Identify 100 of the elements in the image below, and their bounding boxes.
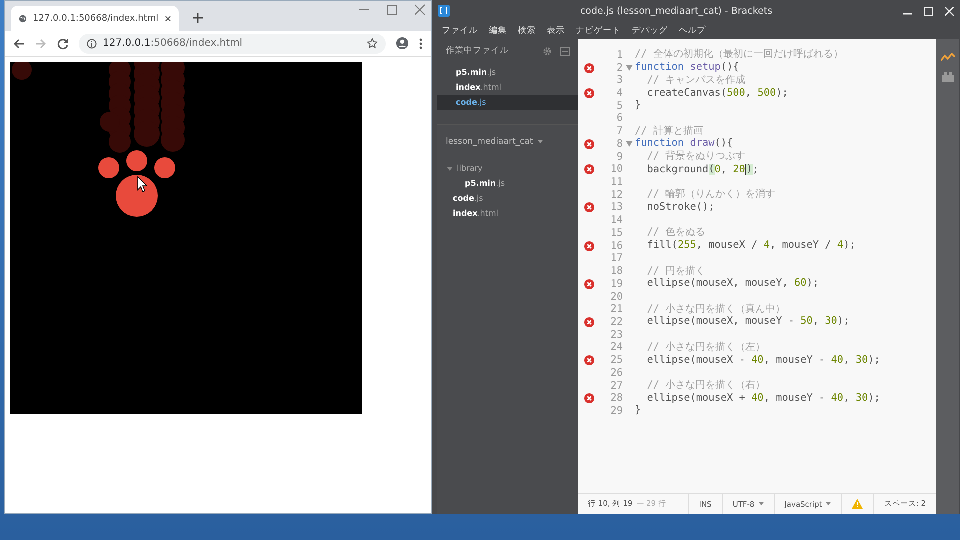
window-title: code.js (lesson_mediaart_cat) - Brackets [579, 6, 774, 16]
error-icon[interactable] [584, 316, 594, 328]
plus-icon[interactable] [193, 13, 203, 23]
menu-item[interactable]: ナビゲート [576, 24, 621, 36]
code-line: // 小さな円を描く（右） [646, 380, 766, 392]
error-icon[interactable] [584, 240, 594, 252]
line-number: 23 [610, 330, 623, 341]
code-line: // 全体の初期化（最初に一回だけ呼ばれる） [635, 49, 844, 62]
line-number: 21 [610, 304, 623, 316]
info-icon [87, 38, 97, 48]
line-number: 8 [616, 138, 623, 150]
code-line: ellipse(mouseX, mouseY, 60); [646, 278, 820, 290]
menu-icon[interactable] [419, 38, 423, 50]
line-number: 16 [610, 240, 623, 252]
line-number: 14 [610, 215, 623, 226]
line-number: 2 [616, 62, 623, 74]
line-number: 11 [610, 177, 623, 188]
line-number: 17 [610, 253, 623, 264]
line-number: 12 [610, 190, 623, 201]
file-item[interactable]: index.html [437, 80, 578, 95]
error-icon[interactable] [584, 164, 594, 176]
line-number: 19 [610, 278, 623, 290]
account-icon[interactable] [396, 37, 409, 50]
line-number: 22 [610, 316, 623, 328]
line-number: 26 [610, 368, 623, 379]
code-line: function draw(){ [635, 138, 734, 150]
error-icon[interactable] [584, 278, 594, 290]
caret-icon[interactable] [758, 502, 764, 506]
code-line: // 円を描く [646, 266, 706, 278]
line-number: 6 [616, 113, 623, 124]
fold-arrow-icon[interactable] [626, 141, 632, 148]
code-line: // キャンバスを作成 [646, 74, 746, 87]
menu-item[interactable]: ファイル [442, 24, 478, 36]
code-line: // 輪郭（りんかく）を消す [646, 189, 776, 202]
line-number: 4 [616, 88, 623, 100]
caret-icon[interactable] [538, 140, 544, 144]
settings-icon[interactable] [543, 46, 552, 56]
file-item[interactable]: code.js [437, 95, 578, 110]
code-line: // 小さな円を描く（真ん中） [646, 304, 786, 316]
close-icon[interactable] [415, 3, 425, 17]
code-line: // 計算と描画 [635, 126, 704, 138]
file-item[interactable]: index.html [453, 209, 499, 218]
error-icon[interactable] [584, 88, 594, 100]
code-line: ellipse(mouseX, mouseY - 50, 30); [646, 316, 850, 328]
code-line: // 色をぬる [646, 227, 706, 240]
line-number: 25 [610, 355, 623, 366]
code-line: ellipse(mouseX + 40, mouseY - 40, 30); [646, 392, 880, 405]
error-icon[interactable] [584, 355, 594, 366]
globe-icon [19, 14, 27, 24]
line-number: 9 [616, 152, 623, 163]
file-item[interactable]: code.js [453, 194, 484, 203]
line-number: 28 [610, 393, 623, 404]
error-icon[interactable] [584, 138, 594, 150]
back-arrow-icon[interactable] [13, 38, 25, 50]
menu-item[interactable]: 検索 [518, 24, 536, 36]
line-number: 13 [610, 202, 623, 214]
folder-item[interactable]: library [457, 164, 483, 173]
code-line: function setup(){ [635, 62, 740, 74]
error-icon[interactable] [584, 62, 594, 74]
code-line: } [635, 100, 642, 112]
fold-arrow-icon[interactable] [626, 65, 632, 72]
line-number: 29 [610, 406, 623, 417]
code-line: // 背景をぬりつぶす [646, 151, 746, 164]
project-title[interactable]: lesson_mediaart_cat [446, 137, 534, 147]
line-number: 5 [616, 100, 623, 112]
file-item[interactable]: p5.min.js [437, 65, 578, 80]
code-line: createCanvas(500, 500); [646, 88, 788, 100]
menu-item[interactable]: 編集 [489, 24, 507, 36]
menu-item[interactable]: 表示 [547, 24, 565, 36]
working-files-title: 作業中ファイル [446, 45, 510, 57]
star-icon[interactable] [367, 38, 378, 49]
line-number: 18 [610, 266, 623, 278]
caret-icon[interactable] [447, 166, 453, 172]
line-number: 27 [610, 380, 623, 392]
code-line: noStroke(); [646, 202, 715, 214]
error-icon[interactable] [584, 393, 594, 404]
maximize-icon[interactable] [924, 6, 933, 16]
line-number: 24 [610, 342, 623, 354]
reload-icon[interactable] [57, 38, 69, 50]
code-line: ellipse(mouseX - 40, mouseY - 40, 30); [646, 354, 880, 367]
address-bar[interactable]: 127.0.0.1:50668/index.html [79, 34, 386, 54]
line-number: 3 [616, 75, 623, 86]
close-icon[interactable] [164, 14, 171, 22]
line-number: 10 [610, 164, 623, 176]
line-number: 20 [610, 292, 623, 303]
file-item[interactable]: p5.min.js [465, 179, 506, 188]
live-preview-icon[interactable] [940, 53, 954, 62]
line-number: 7 [616, 126, 623, 138]
code-line: background(0, 20); [646, 164, 759, 176]
menu-item[interactable]: デバッグ [632, 24, 668, 36]
code-line: fill(255, mouseX / 4, mouseY / 4); [646, 240, 856, 252]
code-line: } [635, 405, 642, 418]
code-line: // 小さな円を描く（左） [646, 342, 766, 354]
split-view-icon[interactable] [560, 46, 570, 56]
caret-icon[interactable] [826, 502, 832, 506]
line-number: 15 [610, 228, 623, 239]
app-icon [438, 5, 450, 17]
maximize-icon[interactable] [387, 3, 397, 17]
error-icon[interactable] [584, 202, 594, 214]
menu-item[interactable]: ヘルプ [679, 24, 706, 36]
